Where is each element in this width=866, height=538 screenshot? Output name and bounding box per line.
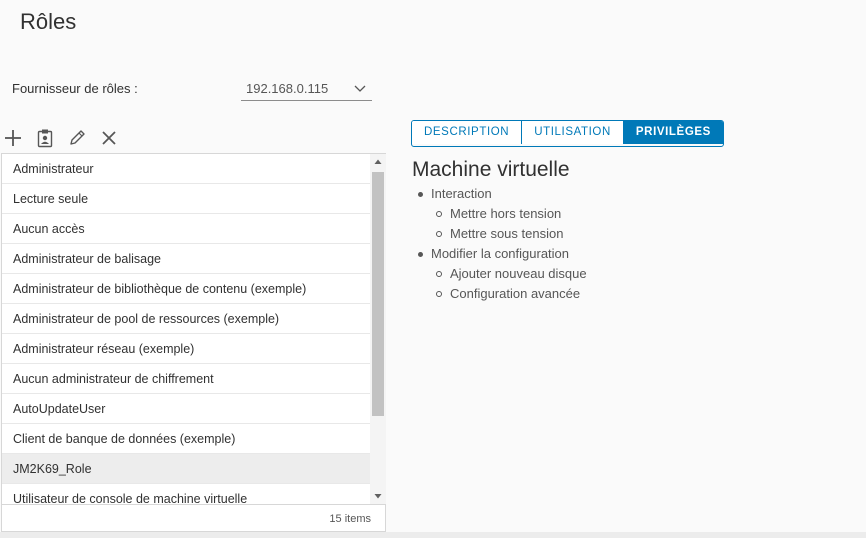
list-item-selected[interactable]: JM2K69_Role [2, 454, 370, 484]
roles-list-viewport: Administrateur Lecture seule Aucun accès… [2, 154, 370, 504]
privilege-group-title: Machine virtuelle [412, 158, 570, 181]
scroll-down-arrow-icon[interactable] [374, 492, 382, 500]
list-item[interactable]: Administrateur réseau (exemple) [2, 334, 370, 364]
scroll-up-arrow-icon[interactable] [374, 158, 382, 166]
list-item[interactable]: AutoUpdateUser [2, 394, 370, 424]
privilege-item: Configuration avancée [431, 284, 587, 304]
list-item[interactable]: Administrateur [2, 154, 370, 184]
clipboard-icon[interactable] [35, 128, 55, 148]
chevron-down-icon [354, 85, 366, 92]
list-item[interactable]: Utilisateur de console de machine virtue… [2, 484, 370, 504]
provider-select[interactable]: 192.168.0.115 [241, 77, 372, 101]
list-scrollbar[interactable] [370, 154, 386, 504]
privilege-tree: Interaction Mettre hors tension Mettre s… [411, 184, 587, 304]
privilege-category-label: Interaction [431, 186, 492, 201]
pencil-icon[interactable] [67, 128, 87, 148]
tab-description[interactable]: DESCRIPTION [412, 121, 523, 144]
tab-privileges[interactable]: PRIVILÈGES [623, 121, 723, 144]
list-item[interactable]: Aucun administrateur de chiffrement [2, 364, 370, 394]
privilege-category: Interaction Mettre hors tension Mettre s… [411, 184, 587, 244]
privilege-category: Modifier la configuration Ajouter nouvea… [411, 244, 587, 304]
plus-icon[interactable] [3, 128, 23, 148]
list-item[interactable]: Client de banque de données (exemple) [2, 424, 370, 454]
provider-select-value: 192.168.0.115 [246, 81, 329, 96]
provider-label: Fournisseur de rôles : [12, 81, 138, 96]
privilege-category-label: Modifier la configuration [431, 246, 570, 261]
list-item[interactable]: Aucun accès [2, 214, 370, 244]
list-item[interactable]: Lecture seule [2, 184, 370, 214]
list-item-count: 15 items [2, 504, 385, 531]
privilege-item: Mettre sous tension [431, 224, 587, 244]
bottom-divider [0, 532, 866, 538]
roles-list: Administrateur Lecture seule Aucun accès… [1, 153, 386, 532]
list-item[interactable]: Administrateur de balisage [2, 244, 370, 274]
privilege-item: Mettre hors tension [431, 204, 587, 224]
scrollbar-thumb[interactable] [372, 172, 384, 416]
list-item[interactable]: Administrateur de pool de ressources (ex… [2, 304, 370, 334]
page-title: Rôles [20, 9, 77, 34]
tab-utilisation[interactable]: UTILISATION [522, 121, 624, 144]
close-icon[interactable] [99, 128, 119, 148]
detail-tabs: DESCRIPTION UTILISATION PRIVILÈGES [411, 120, 724, 147]
list-item[interactable]: Administrateur de bibliothèque de conten… [2, 274, 370, 304]
privilege-item: Ajouter nouveau disque [431, 264, 587, 284]
